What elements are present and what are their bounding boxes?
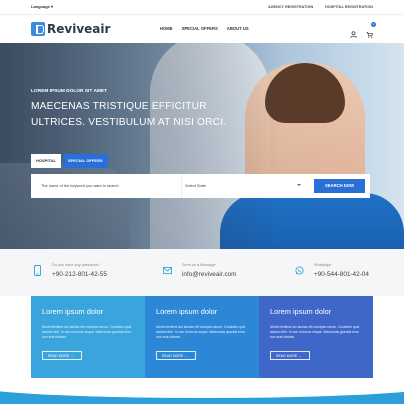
contact-email-value[interactable]: info@reviveair.com <box>182 271 236 278</box>
cart-count-badge: 0 <box>371 22 376 27</box>
phone-icon <box>34 265 41 276</box>
card-text: Morbi eleifend dui lacinia elit volutpat… <box>42 325 132 340</box>
hero-kicker: LOREM IPSUM DOLOR SIT AMET <box>31 89 108 94</box>
search-button[interactable]: SEARCH NOW <box>314 179 365 193</box>
user-icon[interactable] <box>350 25 357 39</box>
contact-whatsapp-label: WhatsApp <box>314 263 332 267</box>
tab-special-offers[interactable]: SPECIAL OFFERS <box>62 154 108 168</box>
logo-text: Reviveair <box>47 22 111 36</box>
read-more-button[interactable]: READ MORE → <box>270 351 310 360</box>
hero-headline: MAECENAS TRISTIQUE EFFICITUR ULTRICES. V… <box>31 101 227 128</box>
nav-about-us[interactable]: ABOUT US <box>227 26 249 31</box>
nav-home[interactable]: HOME <box>160 26 173 31</box>
contact-phone-value[interactable]: +90-212-801-42-55 <box>52 271 107 278</box>
state-select-label: Select State <box>185 183 206 188</box>
whatsapp-icon <box>295 266 304 275</box>
feature-cards: Lorem ipsum dolor Morbi eleifend dui lac… <box>31 296 373 378</box>
contact-whatsapp-value[interactable]: +90-544-801-42-04 <box>314 271 369 278</box>
cart-icon[interactable]: 0 <box>366 22 376 38</box>
contact-strip: Do you have any questions? +90-212-801-4… <box>0 249 404 296</box>
agency-registration-link[interactable]: AGENCY REGISTRATION <box>268 5 313 9</box>
hero-banner: LOREM IPSUM DOLOR SIT AMET MAECENAS TRIS… <box>0 43 404 249</box>
site-header: Reviveair HOME SPECIAL OFFERS ABOUT US 0 <box>0 14 404 43</box>
tab-hospital[interactable]: HOSPITAL <box>31 154 61 168</box>
read-more-button[interactable]: READ MORE → <box>156 351 196 360</box>
feature-card: Lorem ipsum dolor Morbi eleifend dui lac… <box>31 296 145 378</box>
card-text: Morbi eleifend dui lacinia elit volutpat… <box>156 325 246 340</box>
search-bar: The name of the keyword you want to sear… <box>31 174 370 198</box>
state-select[interactable]: Select State <box>181 174 331 198</box>
hospital-registration-link[interactable]: HOSPITAL REGISTRATION <box>325 5 373 9</box>
card-title: Lorem ipsum dolor <box>270 307 332 316</box>
feature-card: Lorem ipsum dolor Morbi eleifend dui lac… <box>259 296 373 378</box>
card-text: Morbi eleifend dui lacinia elit volutpat… <box>270 325 360 340</box>
language-selector[interactable]: Language ▾ <box>31 4 53 9</box>
card-title: Lorem ipsum dolor <box>156 307 218 316</box>
top-links: AGENCY REGISTRATION HOSPITAL REGISTRATIO… <box>268 5 373 9</box>
language-label: Language <box>31 4 50 9</box>
footer-wave <box>0 390 404 404</box>
logo-icon <box>31 22 45 36</box>
top-bar: Language ▾ AGENCY REGISTRATION HOSPITAL … <box>0 0 404 14</box>
chevron-down-icon <box>297 184 301 186</box>
feature-card: Lorem ipsum dolor Morbi eleifend dui lac… <box>145 296 259 378</box>
main-nav: HOME SPECIAL OFFERS ABOUT US <box>160 26 249 31</box>
logo[interactable]: Reviveair <box>31 22 110 36</box>
hero-overlay <box>0 43 404 249</box>
read-more-button[interactable]: READ MORE → <box>42 351 82 360</box>
nav-special-offers[interactable]: SPECIAL OFFERS <box>182 26 218 31</box>
card-title: Lorem ipsum dolor <box>42 307 104 316</box>
contact-email-label: Send us a Message <box>182 263 216 267</box>
contact-phone-label: Do you have any questions? <box>52 263 100 267</box>
header-icons: 0 <box>350 22 376 39</box>
mail-icon <box>163 266 172 275</box>
search-tabs: HOSPITAL SPECIAL OFFERS <box>31 154 108 168</box>
search-input[interactable]: The name of the keyword you want to sear… <box>41 183 119 188</box>
